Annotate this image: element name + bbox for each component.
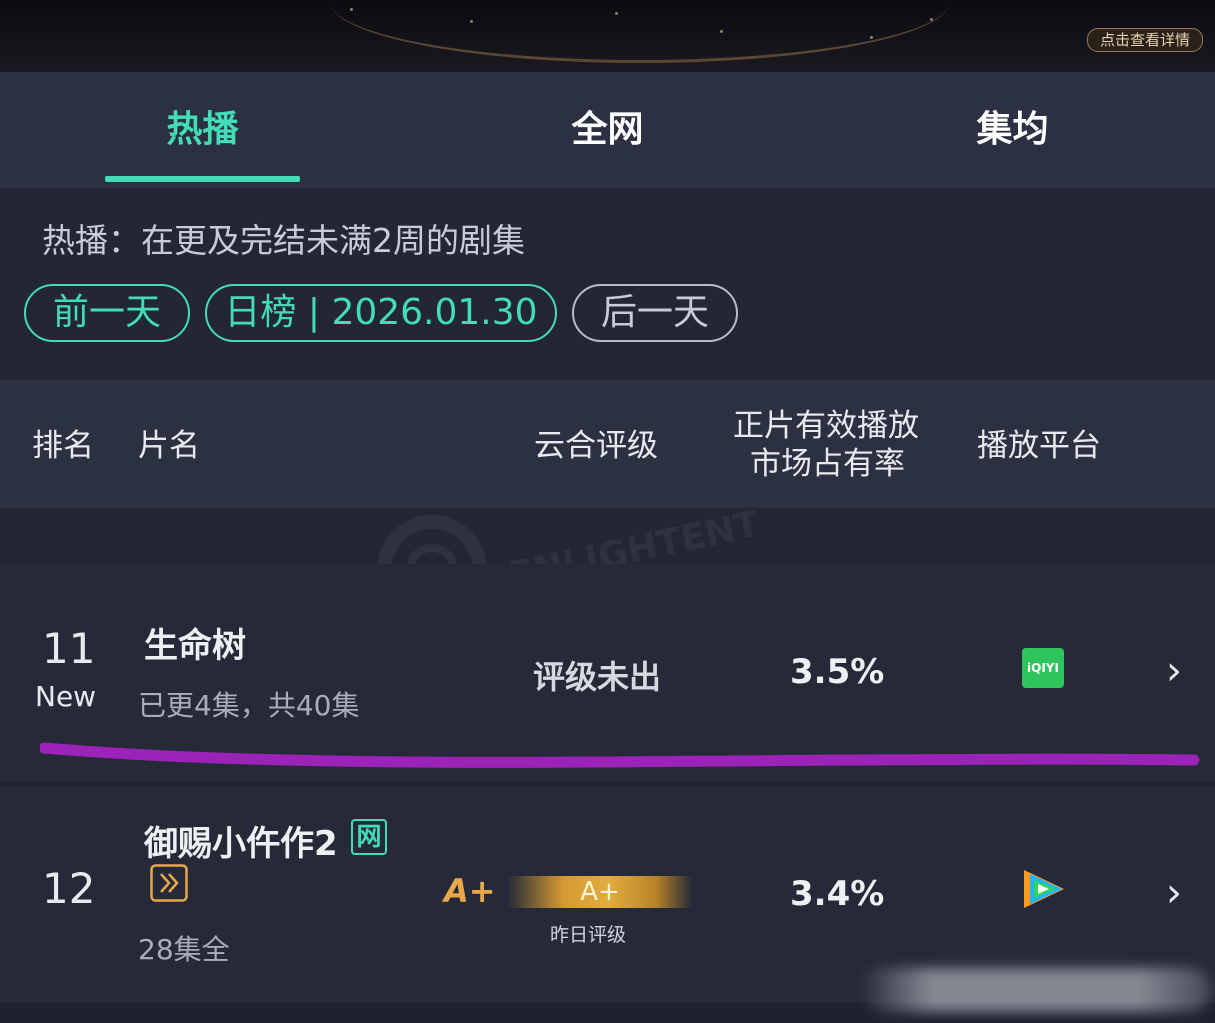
rank-number: 11 bbox=[42, 624, 96, 673]
spacer bbox=[0, 508, 1215, 564]
episode-info: 28集全 bbox=[138, 933, 230, 966]
tab-per-episode-label: 集均 bbox=[976, 109, 1049, 150]
header-title: 片名 bbox=[138, 428, 200, 464]
prev-day-button[interactable]: 前一天 bbox=[24, 284, 190, 342]
header-rating: 云合评级 bbox=[534, 428, 658, 464]
episode-info: 已更4集，共40集 bbox=[138, 689, 360, 722]
view-details-button[interactable]: 点击查看详情 bbox=[1086, 28, 1203, 52]
rating-note: 昨日评级 bbox=[550, 924, 627, 946]
rating-grade-bar: A+ bbox=[508, 876, 692, 908]
iqiyi-icon[interactable]: iQIYI bbox=[1022, 648, 1064, 688]
rating-grade: A+ bbox=[444, 872, 496, 910]
rating-grade-bar-label: A+ bbox=[580, 877, 620, 907]
active-tab-indicator bbox=[105, 176, 300, 182]
list-description: 热播：在更及完结未满2周的剧集 bbox=[42, 221, 525, 260]
header-share-line2: 市场占有率 bbox=[750, 446, 905, 482]
annotation-underline bbox=[40, 742, 1200, 768]
tab-hot-label: 热播 bbox=[166, 109, 239, 150]
chevron-right-icon[interactable]: › bbox=[1166, 648, 1182, 694]
rating-value: 评级未出 bbox=[533, 658, 662, 696]
market-share: 3.5% bbox=[790, 652, 885, 692]
rank-number: 12 bbox=[42, 864, 96, 913]
fast-forward-icon bbox=[150, 864, 188, 902]
new-tag: New bbox=[35, 680, 97, 713]
show-title[interactable]: 生命树 bbox=[144, 618, 246, 667]
header-rank: 排名 bbox=[32, 428, 94, 464]
tab-per-episode[interactable]: 集均 bbox=[810, 72, 1215, 188]
market-share: 3.4% bbox=[790, 874, 885, 914]
table-header: 排名 片名 云合评级 正片有效播放 市场占有率 播放平台 bbox=[0, 380, 1215, 508]
chevron-right-icon[interactable]: › bbox=[1166, 870, 1182, 916]
header-platform: 播放平台 bbox=[977, 428, 1101, 464]
tab-all-network[interactable]: 全网 bbox=[405, 72, 810, 188]
show-title[interactable]: 御赐小仵作2 bbox=[144, 816, 338, 865]
next-day-button[interactable]: 后一天 bbox=[572, 284, 738, 342]
tab-bar: 热播 全网 集均 bbox=[0, 72, 1215, 188]
date-selector[interactable]: 日榜 | 2026.01.30 bbox=[205, 284, 557, 342]
web-series-badge: 网 bbox=[351, 819, 387, 855]
blurred-watermark bbox=[860, 968, 1210, 1012]
tab-all-network-label: 全网 bbox=[571, 109, 644, 150]
top-banner: 点击查看详情 bbox=[0, 0, 1215, 72]
tab-hot[interactable]: 热播 bbox=[0, 72, 405, 188]
banner-decoration bbox=[330, 0, 950, 63]
tencent-video-icon[interactable] bbox=[1018, 866, 1068, 912]
